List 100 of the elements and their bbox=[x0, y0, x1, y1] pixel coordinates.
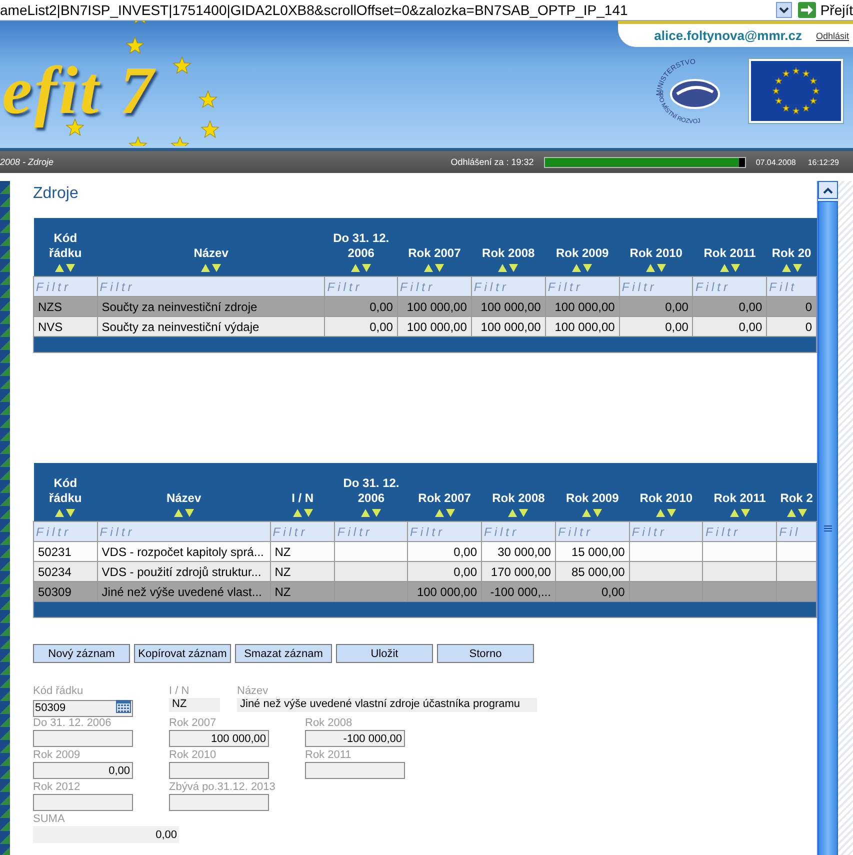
table-cell: 0 bbox=[766, 296, 816, 316]
sort-arrows-icon[interactable] bbox=[434, 508, 456, 517]
column-header[interactable]: Kód řádku bbox=[34, 218, 98, 276]
table-cell: 50231 bbox=[34, 542, 98, 562]
sort-arrows-icon[interactable] bbox=[497, 263, 520, 272]
column-header[interactable]: Rok 2011 bbox=[692, 218, 767, 276]
column-header[interactable]: Do 31. 12. 2006 bbox=[324, 218, 398, 276]
column-header[interactable]: Rok 2008 bbox=[471, 218, 546, 276]
sort-arrows-icon[interactable] bbox=[172, 508, 195, 517]
field-label: Rok 2008 bbox=[305, 717, 354, 730]
table-cell bbox=[776, 582, 816, 602]
sort-arrows-icon[interactable] bbox=[200, 263, 222, 272]
table-cell: 0,00 bbox=[324, 296, 398, 316]
field-label: Rok 2012 bbox=[33, 781, 82, 794]
action-button[interactable]: Kopírovat záznam bbox=[134, 644, 231, 663]
table-cell: 100 000,00 bbox=[397, 296, 472, 316]
time-text: 16:12:29 bbox=[808, 158, 839, 166]
sort-arrows-icon[interactable] bbox=[423, 263, 446, 272]
action-button[interactable]: Nový záznam bbox=[33, 644, 130, 663]
input-field[interactable] bbox=[33, 794, 133, 811]
sort-arrows-icon[interactable] bbox=[350, 263, 372, 272]
table-cell: 100 000,00 bbox=[471, 316, 546, 336]
sort-arrows-icon[interactable] bbox=[655, 508, 678, 517]
logout-link[interactable]: Odhlásit bbox=[816, 30, 849, 40]
column-header[interactable]: Rok 2011 bbox=[702, 463, 777, 522]
field-label: Rok 2009 bbox=[33, 749, 82, 762]
address-text[interactable]: ameList2|BN7ISP_INVEST|1751400|GIDA2L0XB8&scrollOffset=0&zalozka=BN7SAB_OPTP_IP_141 bbox=[0, 2, 776, 18]
table-cell: 100 000,00 bbox=[545, 296, 620, 316]
sort-arrows-icon[interactable] bbox=[54, 508, 76, 517]
input-field[interactable]: -100 000,00 bbox=[305, 730, 405, 747]
action-button[interactable]: Smazat záznam bbox=[235, 644, 332, 663]
table-cell: 170 000,00 bbox=[482, 562, 556, 582]
table-cell: 0 bbox=[766, 316, 816, 336]
sort-arrows-icon[interactable] bbox=[581, 508, 604, 517]
input-field[interactable] bbox=[305, 762, 405, 779]
table-cell: 100 000,00 bbox=[545, 316, 620, 336]
table-cell: NZ bbox=[270, 562, 335, 582]
table-cell: Součty za neinvestiční výdaje bbox=[97, 316, 325, 336]
input-field[interactable]: 100 000,00 bbox=[169, 730, 269, 747]
column-header[interactable]: Název bbox=[97, 218, 325, 276]
table-cell: Jiné než výše uvedené vlast... bbox=[97, 582, 270, 602]
table-row[interactable]: NVS Součty za neinvestiční výdaje 0,00 100 000,00 100 000,00 100 000,00 0,00 0,00 0 bbox=[34, 316, 816, 336]
breadcrumb: 2008 - Zdroje bbox=[0, 157, 54, 167]
column-header[interactable]: Název bbox=[97, 463, 270, 522]
table-cell: 100 000,00 bbox=[471, 296, 546, 316]
sort-arrows-icon[interactable] bbox=[571, 263, 594, 272]
column-header[interactable]: Rok 2009 bbox=[545, 218, 620, 276]
column-header[interactable]: Rok 2007 bbox=[408, 463, 482, 522]
table-cell: 0,00 bbox=[324, 316, 398, 336]
input-field[interactable] bbox=[33, 730, 133, 747]
column-header[interactable]: Rok 2009 bbox=[555, 463, 630, 522]
column-header[interactable]: Kód řádku bbox=[34, 463, 98, 522]
column-header[interactable]: Rok 2010 bbox=[629, 463, 703, 522]
table-cell: 0,00 bbox=[408, 562, 482, 582]
column-header[interactable]: Do 31. 12. 2006 bbox=[334, 463, 408, 522]
value-display: Jiné než výše uvedené vlastní zdroje účastníka programu bbox=[237, 698, 537, 712]
table-row[interactable]: 50231 VDS - rozpočet kapitoly sprá... NZ 0,00 30 000,00 15 000,00 bbox=[34, 542, 816, 562]
table-row[interactable]: 50234 VDS - použití zdrojů struktur... NZ 0,00 170 000,00 85 000,00 bbox=[34, 562, 816, 582]
column-header[interactable]: Rok 2007 bbox=[397, 218, 472, 276]
table-cell: 0,00 bbox=[408, 542, 482, 562]
table-cell: VDS - použití zdrojů struktur... bbox=[97, 562, 270, 582]
input-field[interactable] bbox=[169, 762, 269, 779]
input-field[interactable] bbox=[169, 794, 269, 811]
column-header[interactable]: Rok 2008 bbox=[482, 463, 556, 522]
sort-arrows-icon[interactable] bbox=[54, 263, 76, 272]
sort-arrows-icon[interactable] bbox=[645, 263, 668, 272]
table-cell: NZ bbox=[270, 542, 335, 562]
input-field[interactable]: 0,00 bbox=[33, 762, 133, 779]
column-header[interactable]: Rok 20 bbox=[766, 218, 816, 276]
dropdown-button[interactable] bbox=[776, 2, 792, 18]
sort-arrows-icon[interactable] bbox=[728, 508, 751, 517]
field-label: Kód řádku bbox=[33, 685, 84, 698]
chevron-up-icon bbox=[823, 186, 833, 194]
table-cell: NZ bbox=[270, 582, 335, 602]
table-cell: 15 000,00 bbox=[555, 542, 630, 562]
field-label: Rok 2007 bbox=[169, 717, 218, 730]
table-row[interactable]: 50309 Jiné než výše uvedené vlast... NZ 100 000,00 -100 000,... 0,00 bbox=[34, 582, 816, 602]
scroll-up-button[interactable] bbox=[818, 181, 838, 199]
action-button[interactable]: Uložit bbox=[336, 644, 433, 663]
table-row[interactable]: NZS Součty za neinvestiční zdroje 0,00 100 000,00 100 000,00 100 000,00 0,00 0,00 0 bbox=[34, 296, 816, 316]
column-header[interactable]: Rok 2010 bbox=[619, 218, 693, 276]
table-cell: 0,00 bbox=[619, 316, 693, 336]
calendar-icon[interactable] bbox=[116, 700, 131, 713]
table-cell: 100 000,00 bbox=[408, 582, 482, 602]
sum-field[interactable]: 0,00 bbox=[33, 826, 179, 843]
field-label: Název bbox=[237, 685, 270, 698]
sort-arrows-icon[interactable] bbox=[292, 508, 314, 517]
table-cell: NVS bbox=[34, 316, 98, 336]
field-label: Rok 2010 bbox=[169, 749, 218, 762]
sort-arrows-icon[interactable] bbox=[360, 508, 382, 517]
action-button[interactable]: Storno bbox=[437, 644, 534, 663]
sort-arrows-icon[interactable] bbox=[780, 263, 803, 272]
sort-arrows-icon[interactable] bbox=[786, 508, 808, 517]
table-cell: 0,00 bbox=[692, 296, 767, 316]
sort-arrows-icon[interactable] bbox=[718, 263, 741, 272]
column-header[interactable]: Rok 2 bbox=[776, 463, 816, 522]
sort-arrows-icon[interactable] bbox=[507, 508, 530, 517]
column-header[interactable]: I / N bbox=[270, 463, 335, 522]
go-button[interactable]: Přejít bbox=[798, 2, 853, 18]
value-display: NZ bbox=[169, 698, 220, 712]
